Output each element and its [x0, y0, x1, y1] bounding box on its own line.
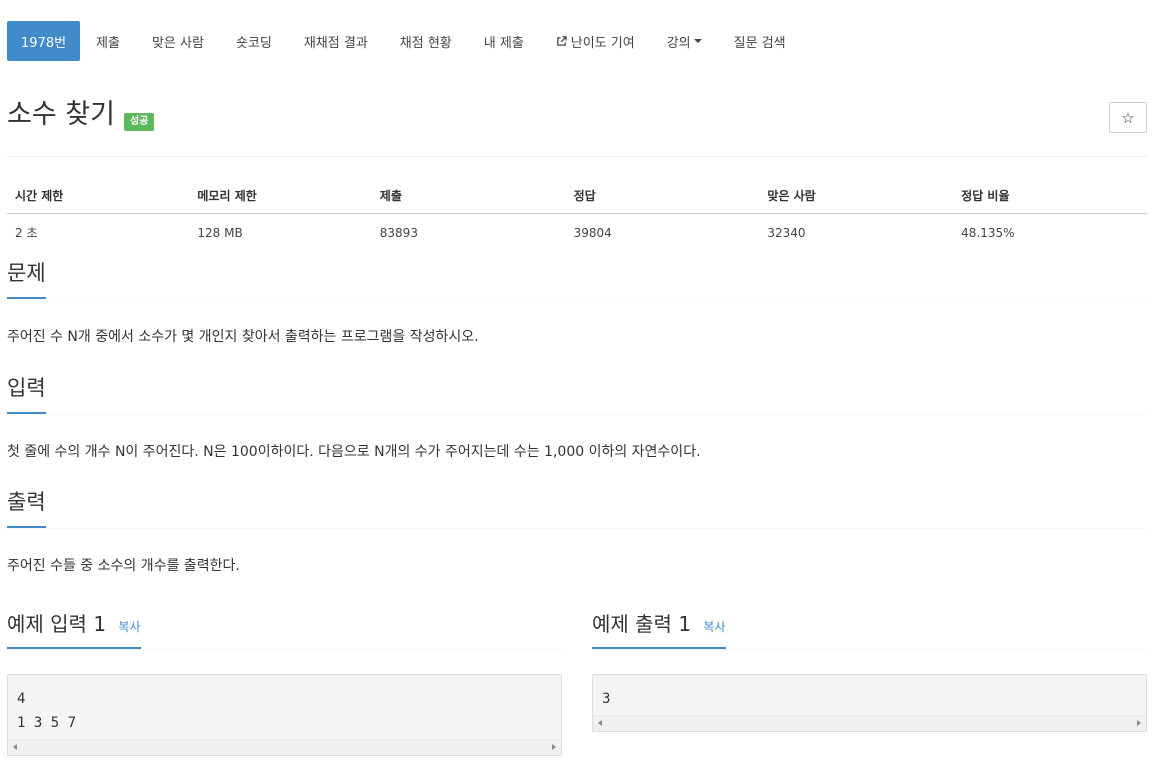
sample-output-box: 3 [592, 673, 1147, 732]
value-submissions: 83893 [379, 225, 418, 240]
sample-output-scrollbar[interactable] [593, 714, 1146, 731]
scroll-left-icon[interactable] [598, 719, 602, 726]
samples: 예제 입력 1 복사 4 1 3 5 7 예제 출력 1 복사 3 [7, 599, 1147, 756]
nav-item-problem[interactable]: 1978번 [7, 21, 81, 61]
title-row: 소수 찾기 성공 ☆ [7, 61, 1147, 157]
header-accept-rate: 정답 비율 [953, 177, 1147, 214]
header-time-limit: 시간 제한 [7, 177, 190, 214]
caret-down-icon [693, 39, 702, 43]
nav-item-solvers[interactable]: 맞은 사람 [136, 21, 220, 61]
section-description-header: 문제 [7, 251, 1147, 300]
table-header-row: 시간 제한 메모리 제한 제출 정답 맞은 사람 정답 비율 [7, 177, 1147, 214]
nav-item-short-coding[interactable]: 숏코딩 [220, 21, 288, 61]
problem-nav: 1978번 제출 맞은 사람 숏코딩 재채점 결과 채점 현황 내 제출 난이도… [7, 21, 1147, 61]
sample-input-header: 예제 입력 1 복사 [7, 599, 562, 650]
nav-item-lectures[interactable]: 강의 [651, 21, 718, 61]
section-output: 출력 주어진 수들 중 소수의 개수를 출력한다. [7, 480, 1147, 595]
status-badge: 성공 [124, 113, 155, 131]
sample-output-heading-text: 예제 출력 1 [592, 611, 692, 636]
section-output-heading: 출력 [7, 486, 46, 529]
sample-output: 예제 출력 1 복사 3 [592, 599, 1147, 756]
external-link-icon [556, 35, 567, 46]
value-memory-limit: 128 MB [197, 225, 243, 240]
nav-item-my-submissions[interactable]: 내 제출 [468, 21, 540, 61]
nav-item-difficulty[interactable]: 난이도 기여 [540, 21, 651, 61]
nav-item-lectures-label: 강의 [666, 35, 691, 51]
table-row: 2 초 128 MB 83893 39804 32340 48.135% [7, 214, 1147, 252]
nav-item-status[interactable]: 채점 현황 [384, 21, 468, 61]
section-input: 입력 첫 줄에 수의 개수 N이 주어진다. N은 100이하이다. 다음으로 … [7, 366, 1147, 481]
page-container: 1978번 제출 맞은 사람 숏코딩 재채점 결과 채점 현황 내 제출 난이도… [7, 0, 1147, 756]
nav-item-difficulty-label: 난이도 기여 [570, 35, 635, 51]
value-time-limit: 2 초 [15, 226, 38, 240]
value-accept-rate: 48.135% [961, 225, 1015, 240]
header-memory-limit: 메모리 제한 [189, 177, 372, 214]
sample-input-content: 4 1 3 5 7 [17, 690, 77, 731]
star-button[interactable]: ☆ [1109, 102, 1147, 133]
sample-input-heading-text: 예제 입력 1 [7, 611, 107, 636]
scroll-right-icon[interactable] [552, 743, 556, 750]
star-icon: ☆ [1121, 108, 1135, 127]
section-output-body: 주어진 수들 중 소수의 개수를 출력한다. [7, 558, 240, 575]
scroll-left-icon[interactable] [13, 743, 17, 750]
problem-info-table: 시간 제한 메모리 제한 제출 정답 맞은 사람 정답 비율 2 초 128 M… [7, 177, 1147, 251]
section-input-header: 입력 [7, 366, 1147, 415]
section-input-body: 첫 줄에 수의 개수 N이 주어진다. N은 100이하이다. 다음으로 N개의… [7, 443, 701, 460]
header-solvers: 맞은 사람 [759, 177, 954, 214]
nav-item-question-search[interactable]: 질문 검색 [718, 21, 802, 61]
sample-output-content: 3 [602, 690, 611, 707]
sample-input: 예제 입력 1 복사 4 1 3 5 7 [7, 599, 562, 756]
sample-output-heading: 예제 출력 1 복사 [592, 608, 726, 649]
scroll-right-icon[interactable] [1137, 719, 1141, 726]
nav-item-submit[interactable]: 제출 [80, 21, 136, 61]
copy-output-button[interactable]: 복사 [703, 620, 725, 634]
nav-item-rejudge[interactable]: 재채점 결과 [288, 21, 384, 61]
section-description: 문제 주어진 수 N개 중에서 소수가 몇 개인지 찾아서 출력하는 프로그램을… [7, 251, 1147, 366]
sample-output-header: 예제 출력 1 복사 [592, 599, 1147, 650]
value-accepted: 39804 [573, 225, 612, 240]
value-solvers: 32340 [767, 225, 806, 240]
section-description-body: 주어진 수 N개 중에서 소수가 몇 개인지 찾아서 출력하는 프로그램을 작성… [7, 329, 479, 345]
copy-input-button[interactable]: 복사 [118, 620, 140, 634]
section-input-heading: 입력 [7, 372, 46, 414]
page-title: 소수 찾기 [7, 99, 115, 130]
header-accepted: 정답 [565, 177, 760, 214]
header-submissions: 제출 [371, 177, 566, 214]
sample-input-box: 4 1 3 5 7 [7, 673, 562, 756]
sample-input-heading: 예제 입력 1 복사 [7, 608, 141, 649]
section-output-header: 출력 [7, 480, 1147, 530]
section-description-heading: 문제 [7, 257, 46, 299]
sample-input-scrollbar[interactable] [8, 738, 561, 755]
